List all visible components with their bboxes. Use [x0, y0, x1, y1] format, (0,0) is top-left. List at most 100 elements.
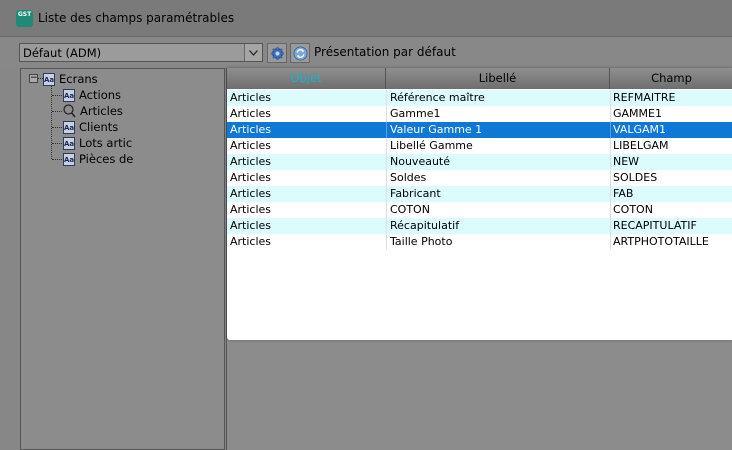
cell-champ: LIBELGAM — [613, 139, 669, 152]
grid-header: Objet Libellé Champ — [227, 68, 732, 89]
cell-libelle: Soldes — [390, 171, 427, 184]
cell-objet: Articles — [230, 219, 272, 232]
field-icon: Aa — [63, 120, 75, 134]
column-header-objet[interactable]: Objet — [227, 68, 386, 89]
cell-objet: Articles — [230, 235, 272, 248]
cell-libelle: Taille Photo — [390, 235, 453, 248]
tree-node-label: Pièces de — [79, 152, 134, 166]
cell-libelle: Valeur Gamme 1 — [390, 123, 483, 136]
column-separator — [386, 138, 387, 154]
table-row[interactable]: Articles Soldes SOLDES — [227, 170, 732, 186]
search-icon — [63, 104, 76, 118]
column-separator — [610, 170, 611, 186]
column-separator — [386, 202, 387, 218]
table-row[interactable]: Articles Libellé Gamme LIBELGAM — [227, 138, 732, 154]
cell-libelle: Fabricant — [390, 187, 441, 200]
column-separator — [386, 170, 387, 186]
tree-node-label: Actions — [79, 88, 122, 102]
tree-connector — [52, 159, 62, 160]
table-row[interactable]: Articles Référence maître REFMAITRE — [227, 90, 732, 106]
collapse-toggle[interactable]: − — [29, 74, 38, 83]
screens-tree: − Aa Ecrans Aa Actions Articles Aa Clien… — [20, 68, 225, 450]
column-separator — [610, 186, 611, 202]
presentation-combo[interactable]: Défaut (ADM) — [19, 43, 263, 62]
field-icon: Aa — [63, 88, 75, 102]
tree-node-label: Clients — [79, 120, 119, 134]
tree-node-clients[interactable]: Aa Clients — [63, 119, 118, 135]
gear-icon — [270, 46, 284, 60]
tree-connector — [51, 85, 52, 159]
cell-objet: Articles — [230, 155, 272, 168]
table-row[interactable]: Articles Fabricant FAB — [227, 186, 732, 202]
cell-libelle: Nouveauté — [390, 155, 451, 168]
cell-objet: Articles — [230, 171, 272, 184]
column-separator — [610, 138, 611, 154]
table-row[interactable]: Articles Valeur Gamme 1 VALGAM1 — [227, 122, 732, 138]
cell-objet: Articles — [230, 123, 272, 136]
column-separator — [386, 234, 387, 250]
settings-button[interactable] — [267, 43, 287, 63]
cell-champ: GAMME1 — [613, 107, 662, 120]
tree-node-label: Lots artic — [79, 136, 133, 150]
window-titlebar: GST Liste des champs paramétrables — [0, 0, 732, 37]
tree-connector — [52, 95, 62, 96]
column-separator — [386, 106, 387, 122]
column-separator — [610, 154, 611, 170]
tree-node-pieces[interactable]: Aa Pièces de — [63, 151, 133, 167]
tree-node-actions[interactable]: Aa Actions — [63, 87, 121, 103]
tree-node-label: Ecrans — [59, 72, 98, 86]
tree-connector — [52, 143, 62, 144]
column-separator — [386, 90, 387, 106]
cell-libelle: Référence maître — [390, 91, 485, 104]
cell-libelle: Gamme1 — [390, 107, 441, 120]
column-separator — [386, 154, 387, 170]
cell-champ: ARTPHOTOTAILLE — [613, 235, 709, 248]
column-separator — [610, 122, 611, 138]
presentation-combo-value: Défaut (ADM) — [23, 46, 102, 60]
field-icon: Aa — [43, 72, 55, 86]
tree-node-articles[interactable]: Articles — [63, 103, 123, 119]
cell-objet: Articles — [230, 107, 272, 120]
cell-champ: FAB — [613, 187, 634, 200]
cell-libelle: Récapitulatif — [390, 219, 460, 232]
cell-champ: VALGAM1 — [613, 123, 667, 136]
column-header-champ[interactable]: Champ — [610, 68, 732, 89]
column-separator — [386, 186, 387, 202]
tree-connector — [52, 127, 62, 128]
refresh-icon — [293, 46, 307, 60]
table-row[interactable]: Articles COTON COTON — [227, 202, 732, 218]
table-row[interactable]: Articles Nouveauté NEW — [227, 154, 732, 170]
table-row[interactable]: Articles Récapitulatif RECAPITULATIF — [227, 218, 732, 234]
column-separator — [610, 218, 611, 234]
fields-grid-panel: Objet Libellé Champ Articles Référence ma… — [226, 68, 732, 450]
column-separator — [610, 202, 611, 218]
window-title: Liste des champs paramétrables — [38, 11, 235, 25]
column-separator — [610, 234, 611, 250]
cell-libelle: COTON — [390, 203, 430, 216]
column-separator — [386, 218, 387, 234]
column-separator — [386, 122, 387, 138]
table-row[interactable]: Articles Taille Photo ARTPHOTOTAILLE — [227, 234, 732, 250]
table-row[interactable]: Articles Gamme1 GAMME1 — [227, 106, 732, 122]
app-logo-icon: GST — [16, 10, 33, 27]
cell-champ: COTON — [613, 203, 653, 216]
cell-objet: Articles — [230, 203, 272, 216]
tree-node-label: Articles — [80, 104, 123, 118]
cell-objet: Articles — [230, 91, 272, 104]
column-header-libelle[interactable]: Libellé — [386, 68, 610, 89]
fields-grid[interactable]: Objet Libellé Champ Articles Référence ma… — [227, 68, 732, 340]
refresh-button[interactable] — [290, 43, 310, 63]
field-icon: Aa — [63, 136, 75, 150]
tree-connector — [52, 111, 62, 112]
cell-champ: NEW — [613, 155, 640, 168]
cell-champ: REFMAITRE — [613, 91, 676, 104]
cell-objet: Articles — [230, 139, 272, 152]
column-separator — [610, 90, 611, 106]
column-separator — [610, 106, 611, 122]
field-icon: Aa — [63, 152, 75, 166]
presentation-label: Présentation par défaut — [314, 45, 456, 59]
tree-node-ecrans[interactable]: Aa Ecrans — [43, 71, 98, 87]
tree-node-lots-articles[interactable]: Aa Lots artic — [63, 135, 132, 151]
chevron-down-icon[interactable] — [244, 44, 262, 61]
cell-champ: SOLDES — [613, 171, 658, 184]
